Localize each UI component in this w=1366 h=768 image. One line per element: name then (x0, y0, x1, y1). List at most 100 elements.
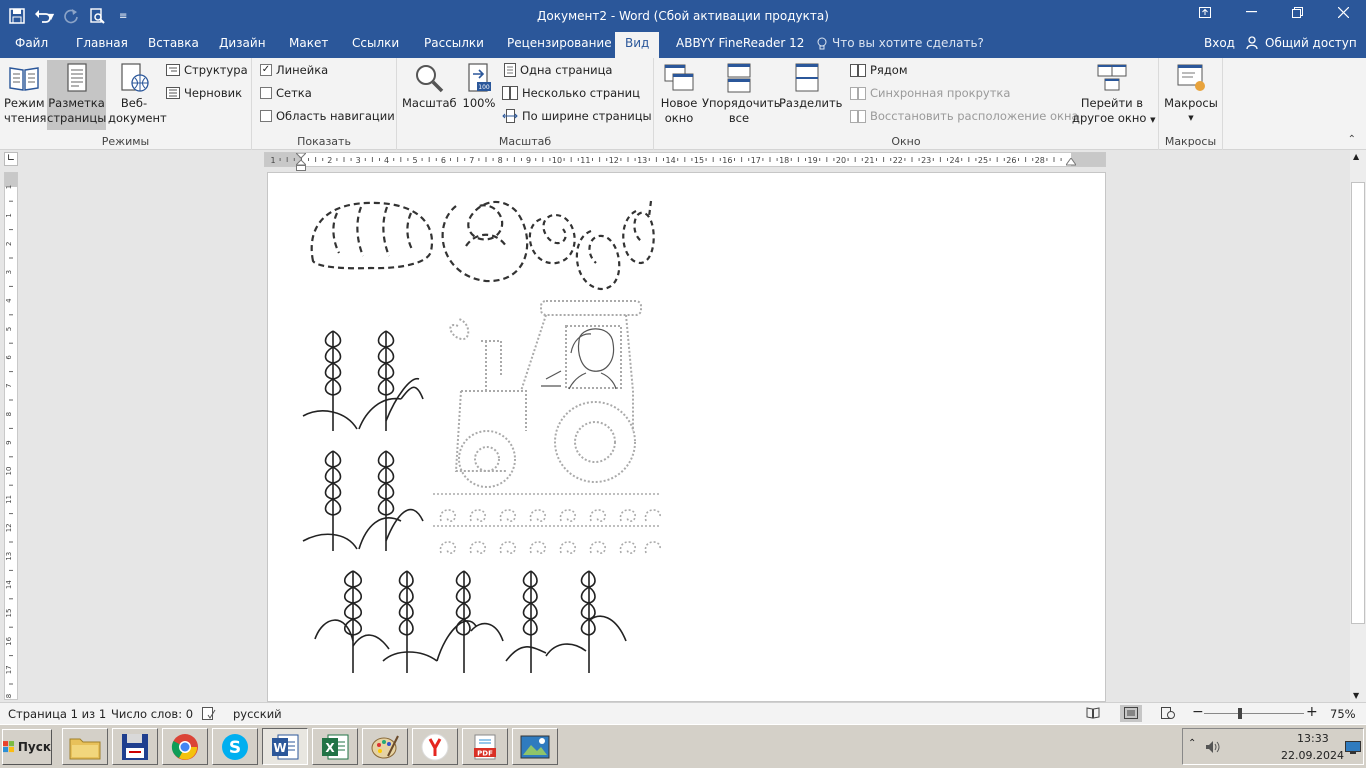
floppy-disk-icon (122, 733, 148, 760)
share-button[interactable]: Общий доступ (1246, 36, 1357, 50)
new-window-button[interactable]: Новое окно (660, 60, 698, 126)
read-mode-button[interactable]: Режим чтения (4, 60, 46, 126)
tab-home[interactable]: Главная (76, 36, 128, 50)
switch-windows-button[interactable]: Перейти в другое окно ▼ (1072, 60, 1155, 128)
navigation-pane-checkbox[interactable]: Область навигации (260, 109, 395, 123)
ruler-tick-label: 12 (609, 156, 619, 165)
word-count[interactable]: Число слов: 0 (111, 707, 193, 721)
scroll-up-icon[interactable]: ▲ (1353, 152, 1359, 161)
macros-icon (1177, 64, 1205, 91)
tab-file[interactable]: Файл (15, 36, 48, 50)
print-layout-button[interactable]: Разметка страницы (47, 60, 106, 130)
ruler-tick-label: 4 (384, 156, 389, 165)
zoom-out-icon[interactable]: − (1192, 704, 1204, 720)
collapse-ribbon-icon[interactable]: ⌃ (1348, 134, 1356, 145)
svg-text:X: X (325, 741, 335, 755)
taskbar-yandex[interactable] (412, 728, 458, 765)
page-count[interactable]: Страница 1 из 1 (8, 707, 106, 721)
group-views-label: Режимы (101, 135, 150, 148)
taskbar-file-explorer[interactable] (62, 728, 108, 765)
page-width-icon (502, 109, 518, 123)
read-mode-view-icon[interactable] (1086, 707, 1100, 722)
tab-insert[interactable]: Вставка (148, 36, 199, 50)
grid-checkbox-box (260, 87, 272, 99)
close-icon[interactable] (1320, 0, 1366, 24)
tracing-worksheet-image[interactable] (268, 173, 688, 693)
proofing-icon[interactable] (202, 707, 216, 723)
ruler-checkbox[interactable]: ✓ Линейка (260, 63, 328, 77)
scrollbar-thumb[interactable] (1351, 182, 1365, 624)
ribbon-display-options-icon[interactable] (1182, 0, 1228, 24)
group-window-label: Окно (891, 135, 921, 148)
clock-date[interactable]: 22.09.2024 (1281, 749, 1344, 762)
vruler-tick-label: 4 (5, 298, 13, 303)
zoom-100-button[interactable]: 100 100% (461, 60, 497, 111)
show-hidden-icons-icon[interactable]: ⌃ (1188, 738, 1196, 749)
draft-button[interactable]: Черновик (166, 86, 242, 100)
synchronous-scrolling-button[interactable]: Синхронная прокрутка (850, 86, 1010, 100)
folder-icon (69, 738, 101, 759)
minimize-icon[interactable] (1228, 0, 1274, 24)
tab-view[interactable]: Вид (615, 32, 660, 58)
taskbar-pdf[interactable]: PDF (462, 728, 508, 765)
document-page[interactable] (267, 172, 1106, 702)
sign-in-link[interactable]: Вход (1204, 36, 1235, 50)
tab-selector[interactable]: ∟ (4, 152, 18, 166)
pastry-drawing (528, 200, 655, 291)
page-width-button[interactable]: По ширине страницы (502, 109, 652, 123)
svg-text:S: S (229, 738, 241, 758)
taskbar-paint[interactable] (362, 728, 408, 765)
ruler-tick-label: 14 (666, 156, 676, 165)
volume-icon[interactable] (1205, 740, 1221, 754)
outline-button[interactable]: Структура (166, 63, 248, 77)
taskbar-image-viewer[interactable] (512, 728, 558, 765)
taskbar-excel[interactable]: X (312, 728, 358, 765)
print-layout-view-icon[interactable] (1120, 705, 1142, 722)
language-indicator[interactable]: русский (233, 707, 282, 721)
multiple-pages-button[interactable]: Несколько страниц (502, 86, 640, 100)
zoom-button[interactable]: Масштаб (402, 60, 457, 111)
scroll-down-icon[interactable]: ▼ (1353, 691, 1359, 700)
ground-swirls-drawing (433, 493, 661, 554)
vertical-scrollbar[interactable]: ▲ ▼ (1350, 150, 1366, 702)
tab-references[interactable]: Ссылки (352, 36, 399, 50)
web-layout-button[interactable]: Веб- документ (108, 60, 167, 126)
taskbar-skype[interactable]: S (212, 728, 258, 765)
split-button[interactable]: Разделить (779, 60, 842, 111)
restore-icon[interactable] (1274, 0, 1320, 24)
draft-icon (166, 87, 180, 99)
right-indent-marker[interactable] (1066, 158, 1076, 166)
vertical-ruler[interactable]: 1 1 2 3 4 5 6 7 8 9 10 11 12 13 14 15 16 17 18 (4, 172, 18, 700)
zoom-slider-track[interactable] (1204, 713, 1304, 714)
zoom-percent[interactable]: 75% (1330, 707, 1356, 721)
view-side-by-side-button[interactable]: Рядом (850, 63, 908, 77)
ruler-tick-label: 24 (950, 156, 960, 165)
ruler-tick-label: 16 (722, 156, 732, 165)
tab-design[interactable]: Дизайн (219, 36, 266, 50)
ruler-tick-label: 21 (864, 156, 874, 165)
tab-layout[interactable]: Макет (289, 36, 328, 50)
taskbar-word[interactable]: W (262, 728, 308, 765)
tab-review[interactable]: Рецензирование (507, 36, 612, 50)
reset-window-position-button[interactable]: Восстановить расположение окна (850, 109, 1079, 123)
chrome-icon (171, 733, 198, 760)
zoom-in-icon[interactable]: + (1306, 704, 1318, 720)
tell-me-box[interactable]: Что вы хотите сделать? (817, 36, 984, 50)
indent-markers[interactable] (296, 153, 306, 171)
clock-time[interactable]: 13:33 (1297, 732, 1329, 745)
multiple-pages-icon (502, 86, 518, 100)
grid-checkbox[interactable]: Сетка (260, 86, 312, 100)
arrange-all-button[interactable]: Упорядочить все (702, 60, 781, 126)
horizontal-ruler[interactable]: 1123456789101112131415161718192021222324… (264, 152, 1106, 171)
taskbar-disk-app[interactable] (112, 728, 158, 765)
tab-mailings[interactable]: Рассылки (424, 36, 484, 50)
tab-abbyy[interactable]: ABBYY FineReader 12 (676, 36, 804, 50)
macros-button[interactable]: Макросы ▼ (1163, 60, 1219, 126)
show-desktop-icon[interactable] (1345, 741, 1361, 754)
zoom-slider-thumb[interactable] (1238, 708, 1243, 719)
start-button[interactable]: Пуск (2, 729, 52, 765)
taskbar-chrome[interactable] (162, 728, 208, 765)
nav-checkbox-box (260, 110, 272, 122)
one-page-button[interactable]: Одна страница (504, 63, 612, 77)
web-layout-view-icon[interactable] (1161, 707, 1175, 722)
